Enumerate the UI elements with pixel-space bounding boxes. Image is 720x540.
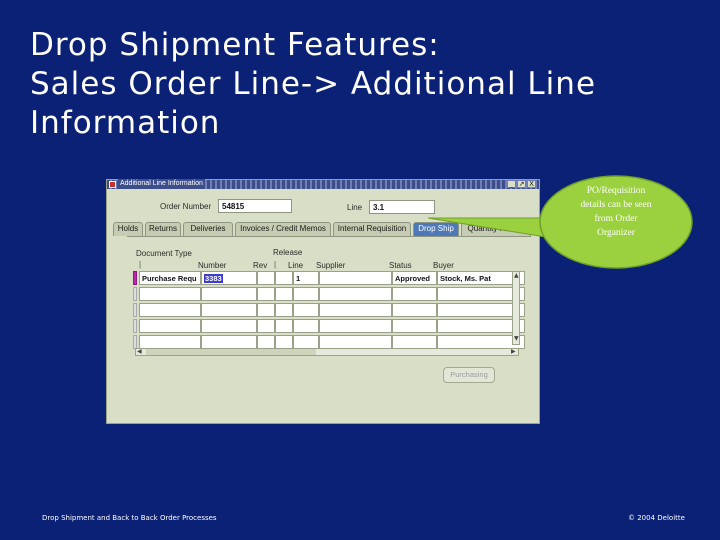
window-titlebar[interactable]: Additional Line Information _ ↗ X	[107, 179, 539, 189]
row-selector[interactable]	[133, 319, 137, 333]
callout-line-1: PO/Requisition	[586, 186, 646, 196]
cell-status[interactable]: Approved	[392, 271, 437, 285]
callout-line-4: Organizer	[597, 228, 635, 238]
cell-empty[interactable]	[139, 335, 201, 349]
cell-rev[interactable]	[257, 271, 275, 285]
col-supplier-header: Supplier	[316, 261, 346, 270]
app-icon	[109, 181, 116, 188]
row-selector[interactable]	[133, 303, 137, 317]
cell-empty[interactable]	[275, 335, 293, 349]
callout-line-3: from Order	[594, 214, 638, 224]
maximize-icon[interactable]: ↗	[517, 180, 526, 188]
row-selector[interactable]	[133, 287, 137, 301]
cell-document-type[interactable]: Purchase Requ	[139, 271, 201, 285]
cell-empty[interactable]	[319, 319, 392, 333]
cell-empty[interactable]	[201, 287, 257, 301]
scroll-up-icon[interactable]: ▲	[514, 273, 519, 279]
cell-empty[interactable]	[275, 287, 293, 301]
window-title: Additional Line Information	[118, 179, 205, 189]
slide-title-line-2: Sales Order Line-> Additional Line	[30, 66, 597, 102]
purchasing-button[interactable]: Purchasing	[443, 367, 495, 383]
callout-line-2: details can be seen	[580, 200, 652, 210]
cell-empty[interactable]	[139, 303, 201, 317]
row-selector[interactable]	[133, 335, 137, 349]
col-number-header: Number	[198, 261, 227, 270]
tab-internal-requisition[interactable]: Internal Requisition	[333, 222, 411, 236]
scroll-left-icon[interactable]: ◀	[137, 349, 142, 355]
tab-quantity-history[interactable]: Quantity History	[461, 222, 531, 236]
slide-title-line-3: Information	[30, 105, 221, 141]
cell-empty[interactable]	[201, 335, 257, 349]
cell-empty[interactable]	[257, 287, 275, 301]
col-buyer-header: Buyer	[433, 261, 454, 270]
cell-empty[interactable]	[293, 303, 319, 317]
close-icon[interactable]: X	[527, 180, 536, 188]
release-header: Release	[273, 248, 303, 257]
cell-empty[interactable]	[392, 319, 437, 333]
drop-ship-panel: Document Type Release | Number Rev | Lin…	[127, 236, 531, 358]
column-separator: |	[139, 260, 142, 269]
cell-empty[interactable]	[392, 335, 437, 349]
cell-empty[interactable]	[319, 335, 392, 349]
cell-rev-2[interactable]	[275, 271, 293, 285]
footer-left: Drop Shipment and Back to Back Order Pro…	[42, 514, 217, 522]
cell-empty[interactable]	[293, 319, 319, 333]
cell-empty[interactable]	[392, 303, 437, 317]
slide-title-line-1: Drop Shipment Features:	[30, 27, 440, 63]
column-separator: |	[274, 260, 277, 269]
cell-empty[interactable]	[319, 287, 392, 301]
order-number-label: Order Number	[160, 202, 212, 211]
order-number-field[interactable]: 54815	[218, 199, 292, 213]
tab-drop-ship[interactable]: Drop Ship	[413, 222, 459, 236]
cell-empty[interactable]	[319, 303, 392, 317]
cell-empty[interactable]	[257, 319, 275, 333]
scroll-right-icon[interactable]: ▶	[511, 349, 516, 355]
callout-text: PO/Requisition details can be seen from …	[560, 184, 672, 240]
line-field[interactable]: 3.1	[369, 200, 435, 214]
cell-empty[interactable]	[275, 319, 293, 333]
cell-empty[interactable]	[201, 319, 257, 333]
col-line-header: Line	[288, 261, 304, 270]
cell-empty[interactable]	[293, 287, 319, 301]
row-selector[interactable]	[133, 271, 137, 285]
tab-holds[interactable]: Holds	[113, 222, 143, 236]
scroll-down-icon[interactable]: ▼	[514, 336, 519, 342]
cell-empty[interactable]	[139, 287, 201, 301]
horizontal-scrollbar[interactable]: ◀ ▶	[135, 348, 519, 356]
cell-empty[interactable]	[293, 335, 319, 349]
slide-title: Drop Shipment Features: Sales Order Line…	[30, 26, 690, 143]
additional-line-info-window: Additional Line Information _ ↗ X Order …	[106, 179, 540, 424]
cell-number-value: 3383	[204, 274, 223, 283]
cell-empty[interactable]	[257, 303, 275, 317]
cell-empty[interactable]	[139, 319, 201, 333]
tab-invoices-credit-memos[interactable]: Invoices / Credit Memos	[235, 222, 331, 236]
horizontal-scroll-thumb[interactable]	[146, 349, 316, 355]
cell-empty[interactable]	[257, 335, 275, 349]
cell-empty[interactable]	[201, 303, 257, 317]
document-type-header: Document Type	[136, 249, 192, 258]
col-status-header: Status	[389, 261, 412, 270]
cell-number[interactable]: 3383	[201, 271, 257, 285]
tab-deliveries[interactable]: Deliveries	[183, 222, 233, 236]
col-rev-header: Rev	[253, 261, 268, 270]
line-label: Line	[347, 203, 363, 212]
cell-empty[interactable]	[392, 287, 437, 301]
vertical-scrollbar[interactable]: ▲ ▼	[512, 271, 520, 345]
tab-returns[interactable]: Returns	[145, 222, 181, 236]
cell-empty[interactable]	[275, 303, 293, 317]
minimize-icon[interactable]: _	[507, 180, 516, 188]
cell-line[interactable]: 1	[293, 271, 319, 285]
cell-supplier[interactable]	[319, 271, 392, 285]
footer-copyright: © 2004 Deloitte	[628, 514, 685, 522]
